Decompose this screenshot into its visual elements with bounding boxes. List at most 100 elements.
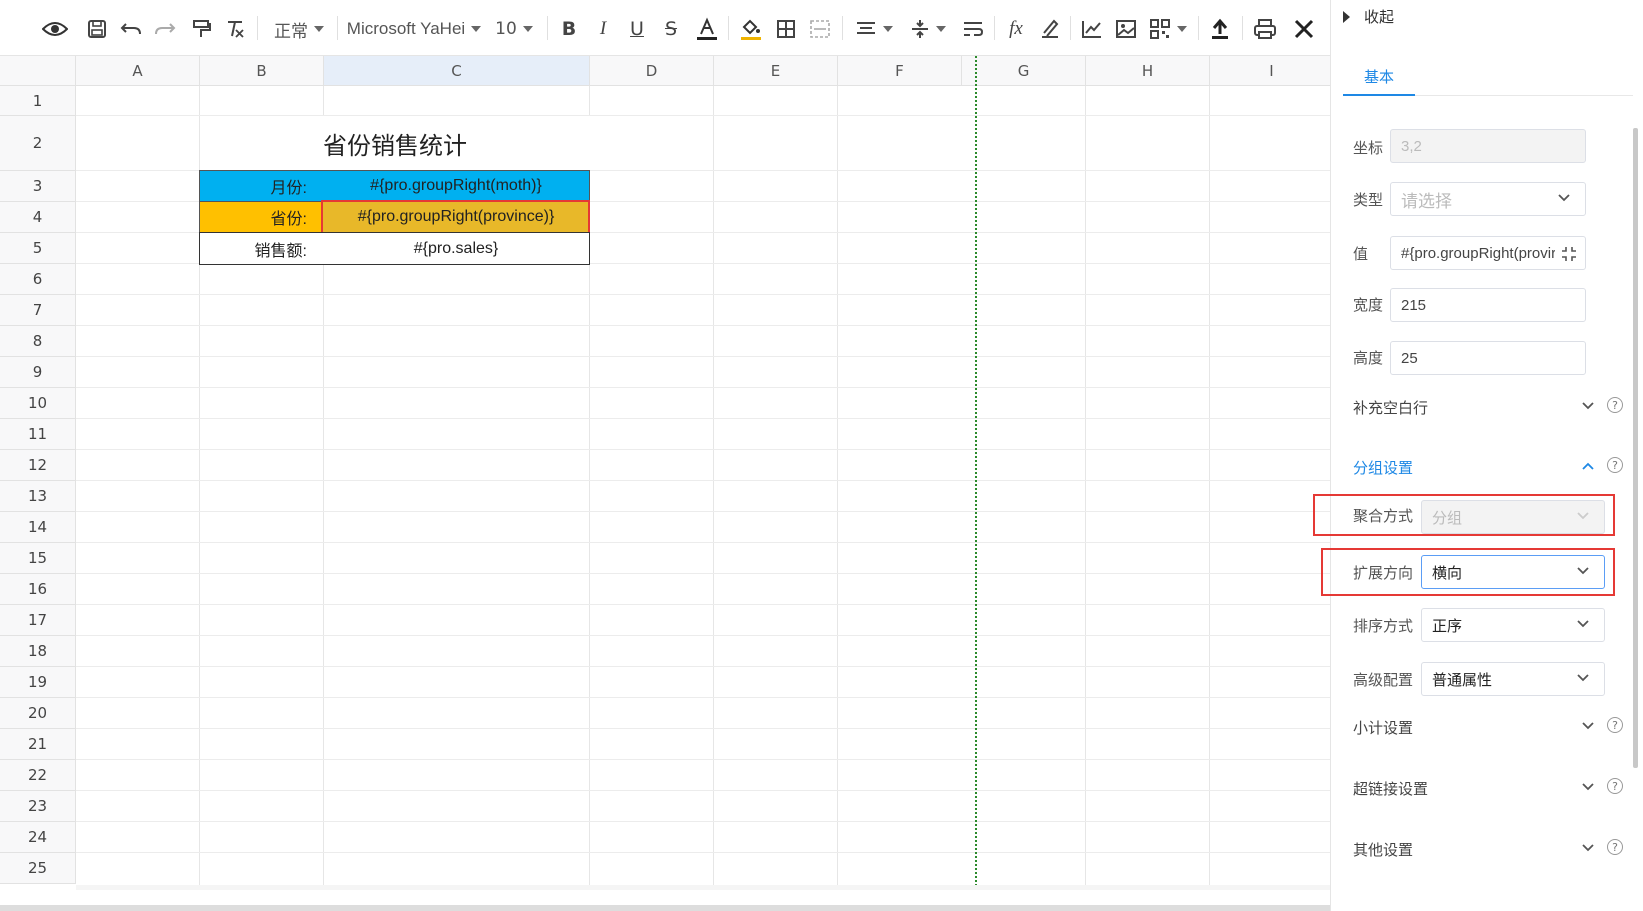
style-select-value: 正常 xyxy=(274,21,308,42)
fill-blank-rows-section[interactable]: 补充空白行 ? xyxy=(1353,392,1623,422)
row-header[interactable]: 13 xyxy=(0,481,76,512)
help-icon[interactable]: ? xyxy=(1607,717,1623,733)
col-header-c[interactable]: C xyxy=(324,56,590,86)
row-header[interactable]: 23 xyxy=(0,791,76,822)
fill-color-icon[interactable] xyxy=(737,12,765,46)
row-header[interactable]: 22 xyxy=(0,760,76,791)
hyperlink-section[interactable]: 超链接设置 ? xyxy=(1353,773,1623,803)
month-value-cell[interactable]: #{pro.groupRight(moth)} xyxy=(323,170,590,202)
help-icon[interactable]: ? xyxy=(1607,839,1623,855)
advanced-select[interactable]: 普通属性 xyxy=(1421,662,1605,696)
type-label: 类型 xyxy=(1353,190,1384,209)
month-label-cell[interactable]: 月份: xyxy=(199,170,324,202)
align-vertical-icon[interactable] xyxy=(906,12,950,46)
type-select[interactable]: 请选择 xyxy=(1390,182,1586,216)
wrap-text-icon[interactable] xyxy=(958,12,988,46)
col-header-b[interactable]: B xyxy=(200,56,324,86)
advanced-label: 高级配置 xyxy=(1353,670,1414,689)
row-header[interactable]: 8 xyxy=(0,326,76,357)
function-icon[interactable]: fx xyxy=(1002,12,1030,46)
sort-select[interactable]: 正序 xyxy=(1421,608,1605,642)
chart-icon[interactable] xyxy=(1078,12,1106,46)
tab-basic[interactable]: 基本 xyxy=(1343,58,1415,96)
spreadsheet-grid[interactable]: A B C D E F G H I 1 2 3 4 5 6 7 8 9 10 1… xyxy=(0,56,1330,890)
row-header[interactable]: 17 xyxy=(0,605,76,636)
redo-icon[interactable] xyxy=(152,12,178,46)
strikethrough-icon[interactable]: S xyxy=(658,12,684,46)
col-header-f[interactable]: F xyxy=(838,56,962,86)
row-header[interactable]: 7 xyxy=(0,295,76,326)
font-size-select[interactable]: 10 xyxy=(492,12,536,46)
col-header-h[interactable]: H xyxy=(1086,56,1210,86)
save-icon[interactable] xyxy=(84,12,110,46)
width-row: 宽度 xyxy=(1353,287,1383,321)
align-horizontal-icon[interactable] xyxy=(852,12,896,46)
row-header[interactable]: 20 xyxy=(0,698,76,729)
horizontal-scrollbar[interactable] xyxy=(76,885,1330,890)
corner-header[interactable] xyxy=(0,56,76,86)
font-color-icon[interactable] xyxy=(693,12,721,46)
formula-edit-icon[interactable] xyxy=(1036,12,1064,46)
row-header[interactable]: 16 xyxy=(0,574,76,605)
row-header[interactable]: 25 xyxy=(0,853,76,884)
col-header-i[interactable]: I xyxy=(1210,56,1330,86)
undo-icon[interactable] xyxy=(118,12,144,46)
qrcode-icon[interactable] xyxy=(1146,12,1190,46)
subtotal-section[interactable]: 小计设置 ? xyxy=(1353,712,1623,742)
col-header-g[interactable]: G xyxy=(962,56,1086,86)
print-icon[interactable] xyxy=(1250,12,1280,46)
preview-eye-icon[interactable] xyxy=(40,12,70,46)
expand-direction-label: 扩展方向 xyxy=(1353,563,1414,582)
help-icon[interactable]: ? xyxy=(1607,457,1623,473)
style-select[interactable]: 正常 xyxy=(268,12,330,46)
row-header[interactable]: 5 xyxy=(0,233,76,264)
clear-format-icon[interactable] xyxy=(222,12,248,46)
width-input[interactable]: 215 xyxy=(1390,288,1586,322)
row-header[interactable]: 19 xyxy=(0,667,76,698)
font-family-select[interactable]: Microsoft YaHei xyxy=(346,12,482,46)
group-settings-section[interactable]: 分组设置 ? xyxy=(1353,452,1623,482)
value-input[interactable]: #{pro.groupRight(provir xyxy=(1390,236,1586,270)
row-header[interactable]: 2 xyxy=(0,116,76,171)
col-header-d[interactable]: D xyxy=(590,56,714,86)
row-header[interactable]: 9 xyxy=(0,357,76,388)
hyperlink-label: 超链接设置 xyxy=(1353,779,1429,798)
row-header[interactable]: 18 xyxy=(0,636,76,667)
help-icon[interactable]: ? xyxy=(1607,397,1623,413)
bold-icon[interactable]: B xyxy=(556,12,582,46)
merge-cells-icon[interactable] xyxy=(806,12,834,46)
expand-direction-row: 扩展方向 xyxy=(1353,555,1413,589)
row-header[interactable]: 6 xyxy=(0,264,76,295)
height-input[interactable]: 25 xyxy=(1390,341,1586,375)
tools-icon[interactable] xyxy=(1290,12,1318,46)
image-icon[interactable] xyxy=(1112,12,1140,46)
province-label-cell[interactable]: 省份: xyxy=(199,201,324,233)
row-header[interactable]: 4 xyxy=(0,202,76,233)
other-settings-label: 其他设置 xyxy=(1353,840,1414,859)
col-header-a[interactable]: A xyxy=(76,56,200,86)
format-painter-icon[interactable] xyxy=(188,12,214,46)
upload-icon[interactable] xyxy=(1206,12,1234,46)
col-header-e[interactable]: E xyxy=(714,56,838,86)
row-header[interactable]: 11 xyxy=(0,419,76,450)
help-icon[interactable]: ? xyxy=(1607,778,1623,794)
panel-scrollbar[interactable] xyxy=(1633,128,1638,768)
row-header[interactable]: 21 xyxy=(0,729,76,760)
row-header[interactable]: 3 xyxy=(0,171,76,202)
other-settings-section[interactable]: 其他设置 ? xyxy=(1353,834,1623,864)
expand-direction-select[interactable]: 横向 xyxy=(1421,555,1605,589)
row-header[interactable]: 14 xyxy=(0,512,76,543)
sales-value-cell[interactable]: #{pro.sales} xyxy=(323,232,590,265)
collapse-toggle[interactable]: 收起 xyxy=(1343,6,1394,27)
row-header[interactable]: 12 xyxy=(0,450,76,481)
row-header[interactable]: 15 xyxy=(0,543,76,574)
border-icon[interactable] xyxy=(772,12,800,46)
underline-icon[interactable]: U xyxy=(624,12,650,46)
sales-label-cell[interactable]: 销售额: xyxy=(199,232,324,265)
shrink-icon[interactable] xyxy=(1561,246,1577,262)
italic-icon[interactable]: I xyxy=(590,12,616,46)
report-title-cell[interactable]: 省份销售统计 xyxy=(200,116,590,170)
row-header[interactable]: 24 xyxy=(0,822,76,853)
row-header[interactable]: 1 xyxy=(0,86,76,116)
row-header[interactable]: 10 xyxy=(0,388,76,419)
